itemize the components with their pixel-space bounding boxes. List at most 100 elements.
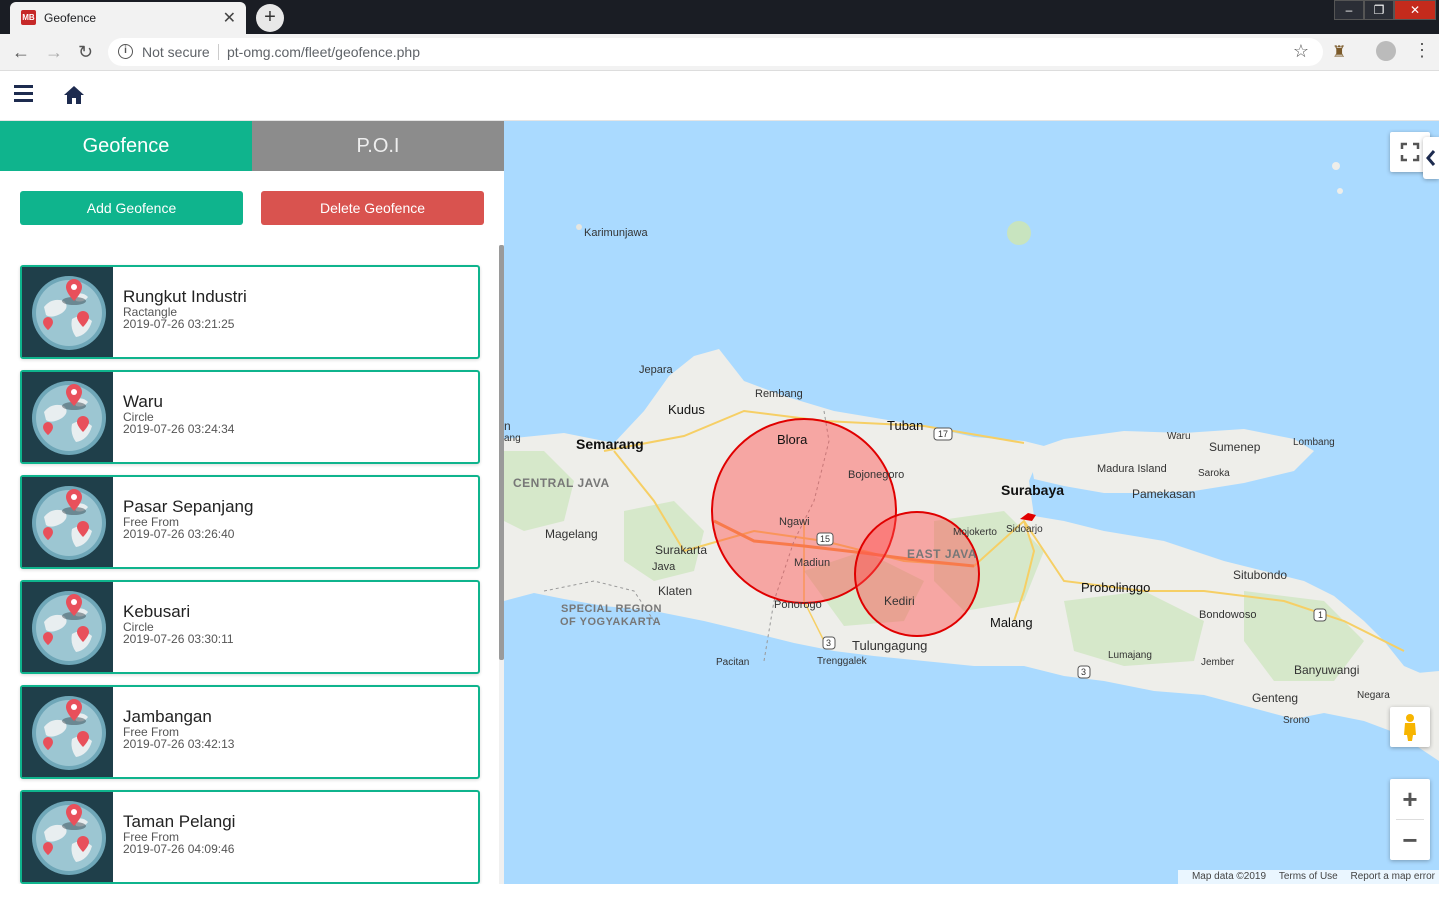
home-icon[interactable] (62, 83, 86, 107)
maximize-window-icon[interactable]: ❐ (1364, 0, 1394, 20)
map-label: Pacitan (716, 657, 750, 668)
browser-tab-strip: MB Geofence ✕ + – ❐ ✕ (0, 0, 1439, 34)
map-label: Sidoarjo (1006, 524, 1043, 535)
report-map-error-link[interactable]: Report a map error (1351, 871, 1435, 882)
globe-pin-icon (22, 267, 113, 357)
geofence-name: Pasar Sepanjang (123, 497, 254, 516)
browser-toolbar: ← → ↻ i Not secure pt-omg.com/fleet/geof… (0, 34, 1439, 71)
map-label: Malang (990, 615, 1033, 630)
map-view[interactable]: Karimunjawa Jepara Kudus Rembang Semaran… (504, 121, 1439, 884)
map-label: CENTRAL JAVA (513, 476, 610, 490)
map-label: Rembang (755, 388, 803, 400)
geofence-date: 2019-07-26 04:09:46 (123, 842, 235, 856)
geofence-name: Taman Pelangi (123, 812, 236, 831)
map-label: Java (652, 561, 676, 573)
geofence-list-item[interactable]: Pasar Sepanjang Free From 2019-07-26 03:… (20, 475, 480, 569)
tab-geofence[interactable]: Geofence (0, 121, 252, 171)
geofence-list-item[interactable]: Kebusari Circle 2019-07-26 03:30:11 (20, 580, 480, 674)
geofence-list-item[interactable]: Rungkut Industri Ractangle 2019-07-26 03… (20, 265, 480, 359)
extension-icon[interactable]: ♜ (1332, 42, 1346, 62)
terms-of-use-link[interactable]: Terms of Use (1279, 871, 1338, 882)
new-tab-icon[interactable]: + (256, 4, 284, 32)
map-label: Surabaya (1001, 482, 1065, 498)
address-bar[interactable]: i Not secure pt-omg.com/fleet/geofence.p… (108, 38, 1323, 66)
map-label: Magelang (545, 527, 598, 541)
add-geofence-button[interactable]: Add Geofence (20, 191, 243, 225)
tab-poi[interactable]: P.O.I (252, 121, 504, 171)
map-label: EAST JAVA (907, 547, 978, 561)
map-label: Pamekasan (1132, 487, 1196, 501)
map-label: Karimunjawa (584, 227, 648, 239)
map-label: Lumajang (1108, 650, 1152, 661)
page-bottom (0, 884, 1439, 898)
sidebar-tabs: Geofence P.O.I (0, 121, 504, 171)
map-label: Bojonegoro (848, 469, 905, 481)
app-header (0, 71, 1439, 121)
delete-geofence-button[interactable]: Delete Geofence (261, 191, 484, 225)
close-window-icon[interactable]: ✕ (1394, 0, 1436, 20)
map-label: Jember (1201, 657, 1235, 668)
browser-menu-icon[interactable]: ⋮ (1413, 41, 1431, 59)
profile-avatar-icon[interactable] (1376, 41, 1396, 61)
map-label: Genteng (1252, 691, 1299, 705)
map-label: Surakarta (655, 543, 708, 557)
map-label: ang (504, 433, 521, 444)
map-label: Mojokerto (953, 527, 997, 538)
geofence-list: Rungkut Industri Ractangle 2019-07-26 03… (20, 265, 480, 884)
map-label: Madiun (794, 557, 831, 569)
map-label: Srono (1283, 715, 1310, 726)
road-shield-label: 3 (826, 638, 832, 648)
geofence-date: 2019-07-26 03:30:11 (123, 632, 234, 646)
site-favicon-icon: MB (21, 10, 36, 25)
map-label: Jepara (639, 364, 673, 376)
map-label: Saroka (1198, 468, 1230, 479)
globe-pin-icon (22, 372, 113, 462)
bookmark-star-icon[interactable]: ☆ (1293, 41, 1309, 62)
address-separator (218, 44, 219, 60)
map-label: Bondowoso (1199, 609, 1257, 621)
map-label: Sumenep (1209, 440, 1261, 454)
map-label: Situbondo (1233, 568, 1288, 582)
map-label: Kudus (668, 402, 705, 417)
map-label: SPECIAL REGION (561, 603, 662, 615)
back-arrow-icon[interactable]: ← (12, 42, 30, 63)
geofence-date: 2019-07-26 03:24:34 (123, 422, 235, 436)
geofence-date: 2019-07-26 03:42:13 (123, 737, 235, 751)
map-label: Lombang (1293, 437, 1335, 448)
tab-close-icon[interactable]: ✕ (223, 8, 236, 28)
street-view-pegman-icon[interactable] (1390, 707, 1430, 747)
map-label: Klaten (658, 584, 693, 598)
geofence-name: Waru (123, 392, 163, 411)
globe-pin-icon (22, 477, 113, 567)
map-label: Semarang (576, 436, 644, 452)
map-attribution: Map data ©2019 Terms of Use Report a map… (1177, 870, 1439, 884)
geofence-list-item[interactable]: Waru Circle 2019-07-26 03:24:34 (20, 370, 480, 464)
tab-title: Geofence (44, 11, 97, 25)
reload-icon[interactable]: ↻ (78, 42, 93, 63)
map-label: Banyuwangi (1294, 663, 1360, 677)
map-label: Trenggalek (817, 656, 867, 667)
geofence-list-item[interactable]: Taman Pelangi Free From 2019-07-26 04:09… (20, 790, 480, 884)
forward-arrow-icon[interactable]: → (45, 42, 63, 63)
road-shield-label: 1 (1318, 610, 1324, 620)
geofence-name: Kebusari (123, 602, 191, 621)
globe-pin-icon (22, 792, 113, 882)
road-shield-label: 15 (820, 534, 831, 544)
map-label: Madura Island (1097, 463, 1167, 475)
geofence-name: Rungkut Industri (123, 287, 247, 306)
minimize-window-icon[interactable]: – (1334, 0, 1364, 20)
map-label: Waru (1167, 431, 1191, 442)
map-label: Tulungagung (852, 638, 928, 653)
collapse-panel-chevron-icon[interactable] (1423, 137, 1439, 179)
geofence-list-item[interactable]: Jambangan Free From 2019-07-26 03:42:13 (20, 685, 480, 779)
zoom-out-button[interactable]: − (1390, 820, 1430, 860)
security-indicator[interactable]: Not secure (142, 44, 210, 60)
url-text[interactable]: pt-omg.com/fleet/geofence.php (227, 44, 420, 60)
zoom-control: + − (1390, 779, 1430, 860)
map-label: Probolinggo (1081, 580, 1151, 595)
zoom-in-button[interactable]: + (1390, 779, 1430, 819)
geofence-name: Jambangan (123, 707, 212, 726)
browser-tab[interactable]: MB Geofence ✕ (10, 2, 246, 34)
hamburger-menu-icon[interactable] (14, 85, 33, 103)
info-icon[interactable]: i (118, 44, 133, 59)
